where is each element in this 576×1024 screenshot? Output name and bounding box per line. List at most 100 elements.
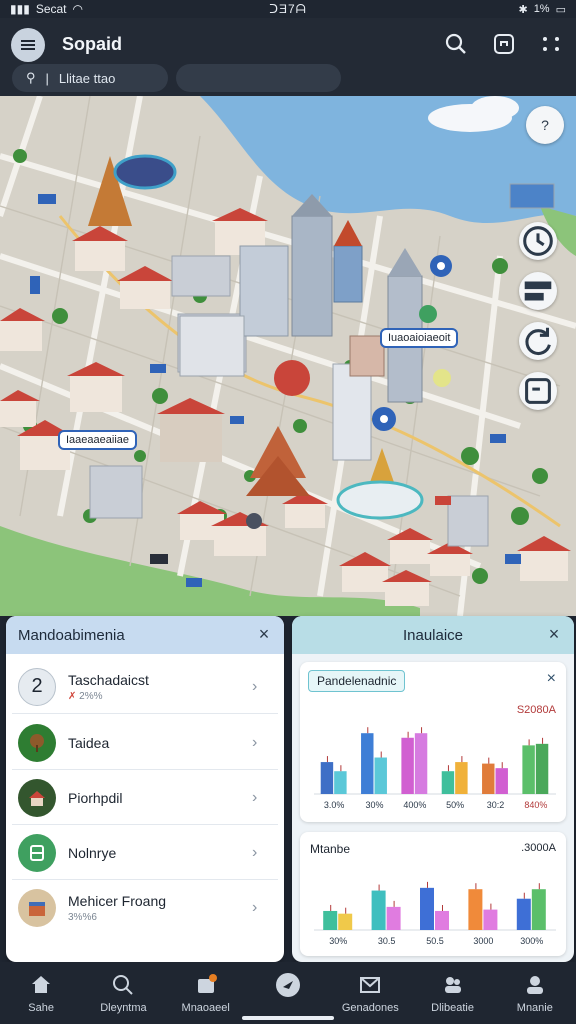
chart-bar[interactable]: [420, 887, 434, 930]
nav-item-profile[interactable]: Mnanie: [494, 962, 576, 1024]
signal-icon: ▮▮▮: [10, 2, 30, 16]
profile-icon: [526, 976, 543, 994]
map-place-label[interactable]: Iaaeaaeaiiae: [58, 430, 138, 450]
house-icon: [29, 790, 45, 806]
more-button[interactable]: [537, 30, 565, 58]
list-item-subtitle: 3%%6: [68, 912, 97, 923]
search-icon: [113, 975, 134, 995]
chart-tick-label: 30%: [329, 936, 347, 946]
chart-bar[interactable]: [468, 889, 483, 930]
nav-item-home[interactable]: Sahe: [0, 962, 82, 1024]
chart-bar[interactable]: [441, 771, 455, 794]
shop-avatar: [18, 889, 56, 927]
list-item-text: Nolnrye: [68, 845, 252, 861]
close-icon[interactable]: ×: [544, 624, 564, 644]
battery-icon: ▭: [555, 3, 566, 16]
list-item[interactable]: Piorhpdil ›: [12, 771, 278, 825]
status-right: ✱ 1% ▭: [366, 3, 566, 16]
nav-label: Genadones: [341, 1002, 399, 1014]
nav-item-notifications[interactable]: Mnaoaeel: [165, 962, 247, 1024]
chart-bar[interactable]: [320, 762, 334, 794]
home-indicator[interactable]: [242, 1016, 334, 1020]
chart-bar[interactable]: [531, 889, 546, 930]
chevron-right-icon: ›: [252, 843, 258, 861]
app-title: Sopaid: [62, 34, 123, 54]
nav-label: Sahe: [28, 1002, 54, 1014]
chart-tick-label: 50%: [446, 800, 464, 810]
map-note-icon: [525, 378, 551, 404]
chart-tick-label: 300%: [520, 936, 543, 946]
nav-item-community[interactable]: Dlibeatie: [411, 962, 493, 1024]
card-icon: [30, 844, 44, 861]
search-button[interactable]: [442, 30, 470, 58]
bottom-navigation: Sahe Dleyntma Mnaoaeel Genadones Dlibeat…: [0, 962, 576, 1024]
note-button[interactable]: [519, 372, 557, 410]
chart-bar[interactable]: [334, 771, 347, 794]
list-item[interactable]: Taidea ›: [12, 716, 278, 770]
chart-bar[interactable]: [371, 890, 386, 930]
chart-tick-label: 50.5: [426, 936, 444, 946]
location-search-chip[interactable]: ⚲ | Llitae ttao: [12, 64, 168, 92]
map-canvas: [0, 96, 576, 616]
chart-bar[interactable]: [338, 913, 353, 930]
nav-item-search[interactable]: Dleyntma: [82, 962, 164, 1024]
badge-avatar: 2: [18, 667, 56, 706]
places-panel: Mandoabimenia × 2 Taschadaicst ✗ 2%% › T…: [6, 616, 284, 962]
menu-button[interactable]: [11, 28, 45, 62]
close-icon[interactable]: ×: [254, 624, 274, 644]
warning-icon: ✗: [68, 690, 77, 702]
chart-bar[interactable]: [401, 737, 414, 794]
chart-bar[interactable]: [374, 757, 387, 794]
chart-bar[interactable]: [323, 910, 338, 930]
chart-bar[interactable]: [522, 745, 535, 794]
nav-item-explore[interactable]: [247, 962, 329, 1024]
share-icon: [494, 34, 514, 54]
chart-bar[interactable]: [414, 733, 428, 794]
chart-bar[interactable]: [495, 768, 508, 794]
chart-bar[interactable]: [482, 763, 495, 794]
list-item[interactable]: 2 Taschadaicst ✗ 2%% ›: [12, 660, 278, 714]
tree-avatar: [18, 723, 56, 762]
app-header: Sopaid ⚲ | Llitae ttao: [0, 18, 576, 96]
list-item-subtitle-text: 2%%: [79, 690, 103, 702]
stats-panel: Inaulaice × Pandelenadnic × S2080A 3.0% 3…: [292, 616, 574, 962]
chart-bar[interactable]: [483, 909, 498, 930]
list-item[interactable]: Mehicer Froang 3%%6 ›: [12, 881, 278, 935]
chart-bar[interactable]: [435, 910, 449, 930]
stats-panel-title: Inaulaice: [402, 626, 464, 644]
people-icon: [444, 977, 461, 993]
status-bar: ▮▮▮ Secat ◠ ᑐƎ7ᗩ ✱ 1% ▭: [0, 0, 576, 18]
shop-icon: [29, 902, 45, 916]
nav-item-messages[interactable]: Genadones: [329, 962, 411, 1024]
chart-bar[interactable]: [455, 762, 468, 794]
chevron-right-icon: ›: [252, 677, 258, 695]
share-button[interactable]: [490, 30, 518, 58]
tree-icon: [30, 733, 44, 752]
chart-tick-label: 30.5: [378, 936, 396, 946]
search-icon: [445, 33, 466, 54]
chip-divider: |: [45, 70, 49, 86]
chart-bar[interactable]: [516, 898, 531, 930]
nav-label: Mnanie: [516, 1002, 553, 1014]
mail-icon: [360, 977, 381, 993]
chart-bar[interactable]: [361, 733, 374, 794]
stats-panel-header: Inaulaice ×: [292, 616, 574, 654]
list-item-subtitle: ✗ 2%%: [68, 691, 252, 702]
map-place-label[interactable]: Iuaoaioiaeoit: [380, 328, 459, 348]
list-item-title: Taidea: [68, 734, 110, 751]
secondary-search-chip[interactable]: [176, 64, 341, 92]
chart-card-2: Mtanbe .3000A 30% 30.5 50.5 3000 300%: [300, 832, 566, 956]
list-item[interactable]: Nolnrye ›: [12, 826, 278, 880]
battery-percent: 1%: [533, 3, 550, 15]
bar-chart-2: 30% 30.5 50.5 3000 300%: [314, 881, 556, 946]
chart-tick-label: 3.0%: [324, 800, 345, 810]
bar-chart-1: 3.0% 30% 400% 50% 30:2 840%: [314, 727, 556, 810]
list-item-title: Mehicer Froang: [68, 893, 167, 909]
chevron-right-icon: ›: [252, 788, 258, 806]
chart-bar[interactable]: [535, 743, 549, 794]
city-map[interactable]: Iuaoaioiaeoit Iaaeaaeaiiae ?: [0, 96, 576, 616]
list-item-text: Taidea: [68, 735, 252, 751]
location-pin-icon: ⚲: [26, 70, 36, 85]
list-item-text: Piorhpdil: [68, 790, 252, 806]
chart-bar[interactable]: [386, 906, 401, 930]
